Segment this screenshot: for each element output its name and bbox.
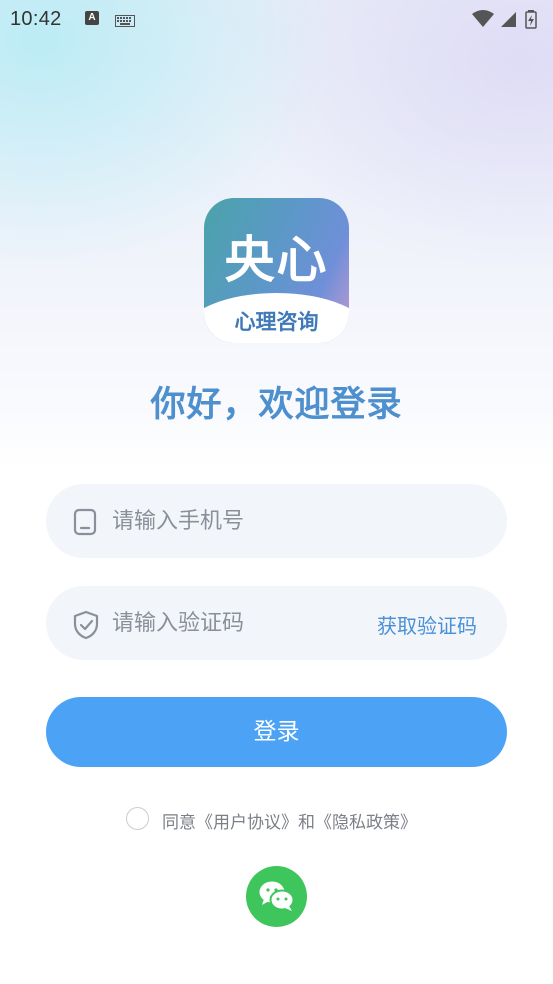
- welcome-title: 你好，欢迎登录: [150, 385, 403, 425]
- phone-icon: [72, 508, 98, 540]
- logo-main-text: 央心: [224, 231, 329, 289]
- agreement-text[interactable]: 同意《用户协议》和《隐私政策》: [162, 808, 417, 833]
- code-input[interactable]: [112, 608, 362, 638]
- wechat-icon: [259, 881, 295, 911]
- battery-icon: [525, 10, 537, 29]
- code-field[interactable]: 获取验证码: [46, 586, 507, 660]
- status-icons: [471, 8, 543, 34]
- phone-input[interactable]: [112, 506, 362, 536]
- login-button[interactable]: 登录: [46, 697, 507, 767]
- notification-icon: A: [85, 11, 99, 25]
- wifi-icon: [472, 10, 494, 27]
- get-code-button[interactable]: 获取验证码: [377, 610, 477, 639]
- wechat-login-button[interactable]: [246, 866, 307, 927]
- phone-field[interactable]: [46, 484, 507, 558]
- status-bar: 10:42 A: [0, 0, 553, 38]
- shield-check-icon: [72, 610, 100, 644]
- agreement-checkbox[interactable]: [126, 807, 149, 830]
- logo-sub-text: 心理咨询: [234, 310, 319, 334]
- app-logo: 央心 心理咨询: [204, 198, 349, 343]
- keyboard-icon: [115, 12, 135, 31]
- signal-icon: [501, 12, 516, 27]
- status-time: 10:42: [10, 8, 62, 30]
